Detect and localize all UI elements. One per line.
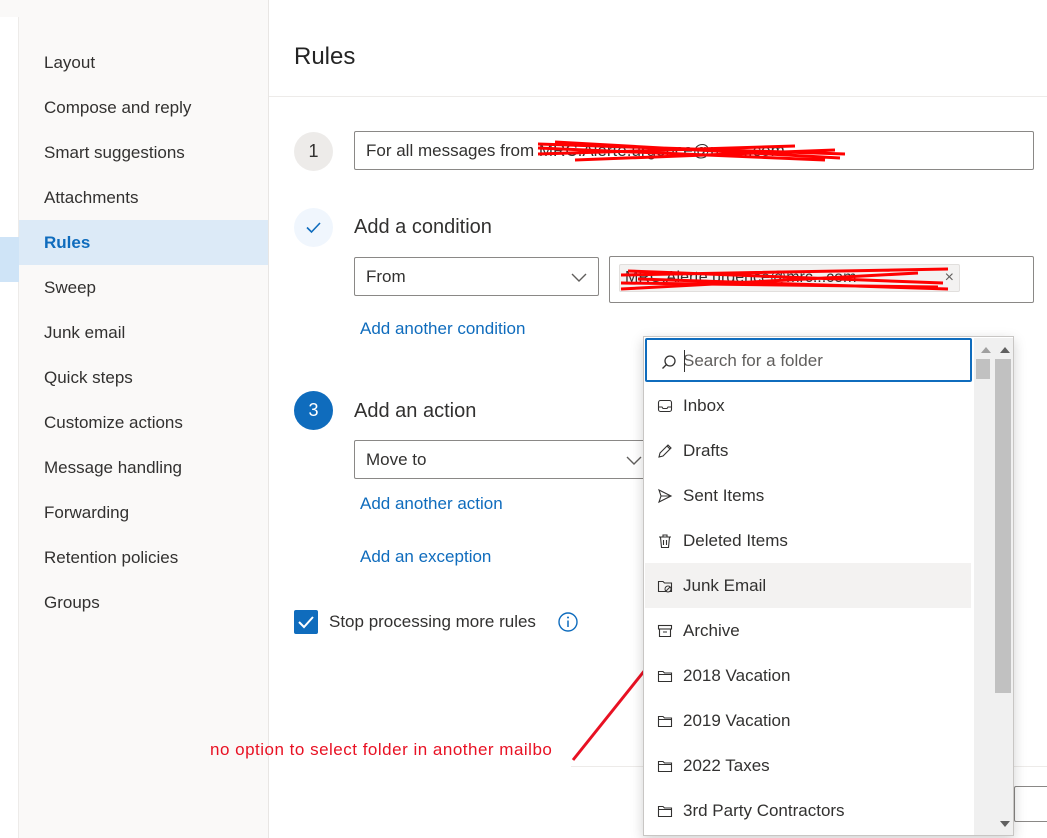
- nav-item-attachments[interactable]: Attachments: [19, 175, 268, 220]
- annotation-text: no option to select folder in another ma…: [210, 740, 553, 759]
- folder-label: 2018 Vacation: [683, 666, 791, 685]
- folder-item-2019-vacation[interactable]: 2019 Vacation: [645, 698, 971, 743]
- folder-picker-popup: Inbox Drafts Sent Items Deleted Items Ju…: [643, 336, 1014, 836]
- folder-label: 3rd Party Contractors: [683, 801, 845, 820]
- scroll-up-arrow-icon[interactable]: [999, 344, 1011, 354]
- from-address-pill-text: MRC.Alerte.urgence@mrc...com: [625, 269, 857, 286]
- title-divider: [269, 96, 1047, 97]
- condition-dropdown[interactable]: From: [354, 257, 599, 296]
- action-heading: Add an action: [354, 400, 477, 422]
- rule-name-input[interactable]: For all messages from MRC.Alerte.urgence…: [354, 131, 1034, 170]
- send-icon: [658, 488, 673, 504]
- scroll-up-arrow-icon[interactable]: [980, 344, 992, 354]
- folder-item-3rd-party-contractors[interactable]: 3rd Party Contractors: [645, 788, 971, 833]
- step-2-check-badge: [294, 208, 333, 247]
- pencil-icon: [658, 444, 672, 458]
- folder-item-2022-taxes[interactable]: 2022 Taxes: [645, 743, 971, 788]
- checkmark-icon: [306, 222, 321, 234]
- search-icon: [662, 355, 676, 369]
- scroll-thumb[interactable]: [995, 359, 1011, 693]
- archive-icon: [657, 624, 673, 638]
- inbox-icon: [657, 399, 673, 413]
- condition-dropdown-value: From: [366, 267, 406, 286]
- nav-strip-selection: [0, 237, 19, 282]
- add-another-condition-link[interactable]: Add another condition: [360, 319, 525, 339]
- checkmark-icon: [298, 616, 314, 629]
- nav-item-rules[interactable]: Rules: [19, 220, 268, 265]
- footer-button[interactable]: [1014, 786, 1047, 822]
- folder-label: Drafts: [683, 441, 729, 460]
- folder-label: Archive: [683, 621, 740, 640]
- condition-heading: Add a condition: [354, 216, 492, 238]
- action-dropdown[interactable]: Move to: [354, 440, 654, 479]
- stop-processing-checkbox[interactable]: [294, 610, 318, 634]
- nav-item-layout[interactable]: Layout: [19, 40, 268, 85]
- nav-left-strip: [0, 17, 19, 838]
- settings-nav: Layout Compose and reply Smart suggestio…: [0, 0, 269, 838]
- nav-item-smart-suggestions[interactable]: Smart suggestions: [19, 130, 268, 175]
- text-caret: [684, 350, 685, 372]
- folder-item-drafts[interactable]: Drafts: [645, 428, 971, 473]
- step-3-badge: 3: [294, 391, 333, 430]
- chevron-down-icon: [626, 456, 642, 465]
- folder-item-junk-email[interactable]: Junk Email: [645, 563, 971, 608]
- remove-pill-icon[interactable]: ×: [945, 265, 954, 291]
- folder-label: Inbox: [683, 396, 725, 415]
- folder-item-inbox[interactable]: Inbox: [645, 383, 971, 428]
- nav-item-quick-steps[interactable]: Quick steps: [19, 355, 268, 400]
- folder-icon: [657, 805, 673, 818]
- folder-label: Sent Items: [683, 486, 765, 505]
- folder-label: 2019 Vacation: [683, 711, 791, 730]
- folder-icon: [657, 715, 673, 728]
- folder-item-2018-vacation[interactable]: 2018 Vacation: [645, 653, 971, 698]
- nav-item-message-handling[interactable]: Message handling: [19, 445, 268, 490]
- folder-icon: [657, 760, 673, 773]
- nav-item-retention-policies[interactable]: Retention policies: [19, 535, 268, 580]
- nav-item-groups[interactable]: Groups: [19, 580, 268, 625]
- nav-item-junk-email[interactable]: Junk email: [19, 310, 268, 355]
- page-title: Rules: [294, 43, 356, 70]
- folder-item-archive[interactable]: Archive: [645, 608, 971, 653]
- add-exception-link[interactable]: Add an exception: [360, 547, 491, 567]
- scroll-thumb[interactable]: [976, 359, 990, 379]
- nav-item-compose-and-reply[interactable]: Compose and reply: [19, 85, 268, 130]
- stop-processing-label: Stop processing more rules: [329, 612, 536, 631]
- scroll-down-arrow-icon[interactable]: [999, 819, 1011, 829]
- chevron-down-icon: [571, 273, 587, 282]
- folder-icon: [657, 670, 673, 683]
- junk-folder-icon: [657, 580, 673, 593]
- add-another-action-link[interactable]: Add another action: [360, 494, 503, 514]
- folder-search-box[interactable]: [645, 338, 972, 382]
- folder-item-deleted-items[interactable]: Deleted Items: [645, 518, 971, 563]
- trash-icon: [659, 534, 671, 549]
- folder-search-input[interactable]: [683, 349, 963, 373]
- step-1-badge: 1: [294, 132, 333, 171]
- folder-label: Deleted Items: [683, 531, 788, 550]
- nav-item-sweep[interactable]: Sweep: [19, 265, 268, 310]
- folder-label: 2022 Taxes: [683, 756, 770, 775]
- folder-label: Junk Email: [683, 576, 767, 595]
- nav-item-forwarding[interactable]: Forwarding: [19, 490, 268, 535]
- from-address-pill: MRC.Alerte.urgence@mrc...com ×: [619, 264, 960, 292]
- info-icon[interactable]: [557, 611, 579, 633]
- action-dropdown-value: Move to: [366, 450, 427, 469]
- rule-name-value: For all messages from MRC.Alerte.urgence…: [366, 141, 785, 160]
- nav-item-customize-actions[interactable]: Customize actions: [19, 400, 268, 445]
- folder-item-sent-items[interactable]: Sent Items: [645, 473, 971, 518]
